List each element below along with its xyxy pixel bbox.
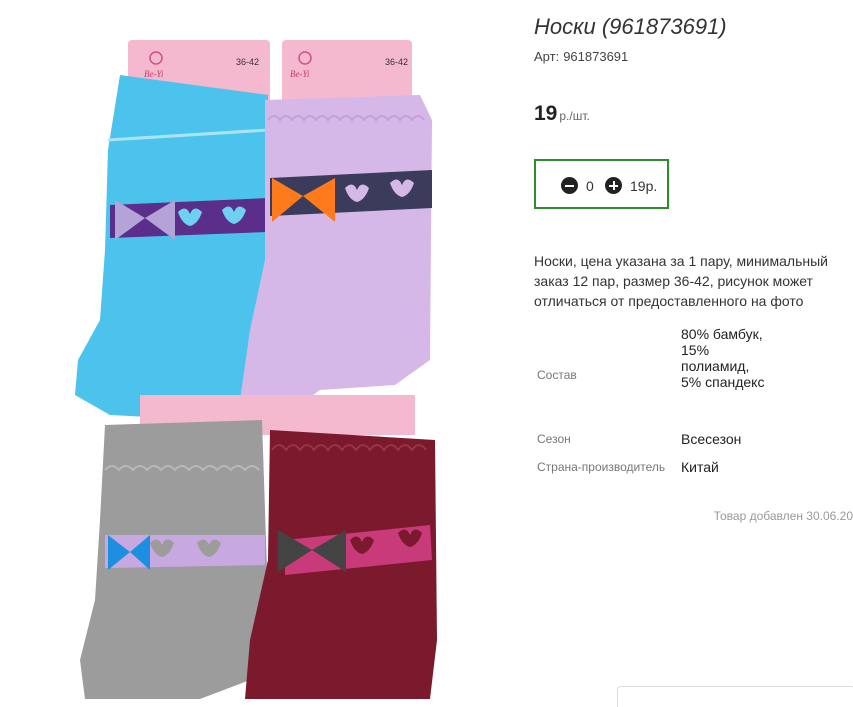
spec-value: Всесезон (681, 431, 742, 447)
sock-lilac (240, 95, 432, 425)
sock-blue (75, 75, 268, 420)
spec-label: Сезон (537, 432, 571, 446)
price-unit: р./шт. (559, 109, 590, 123)
product-price: 19 р./шт. (534, 102, 590, 126)
quantity-value[interactable]: 0 (586, 178, 594, 194)
price-value: 19 (534, 102, 558, 125)
sku-label: Арт: (534, 49, 560, 64)
product-image[interactable]: Be-Yi Be-Yi 36-42 36-42 (0, 0, 520, 699)
product-title: Носки (961873691) (534, 14, 727, 39)
quantity-stepper: 0 19р. (534, 159, 669, 209)
spec-value: 80% бамбук, 15% полиамид, 5% спандекс (681, 326, 765, 390)
tag-size-label: 36-42 (385, 57, 408, 67)
product-description: Носки, цена указана за 1 пару, минимальн… (534, 253, 828, 309)
added-date: Товар добавлен 30.06.20 (713, 509, 853, 523)
spec-label: Состав (537, 368, 577, 382)
spec-label: Страна-производитель (537, 460, 666, 474)
socks-photo: Be-Yi Be-Yi 36-42 36-42 (75, 40, 437, 699)
bottom-panel-tab[interactable] (617, 686, 853, 707)
product-sku: Арт: 961873691 (534, 49, 632, 64)
brand-label: Be-Yi (290, 69, 310, 79)
sku-value: 961873691 (563, 49, 629, 64)
plus-icon[interactable] (605, 177, 622, 194)
tag-size-label: 36-42 (236, 57, 259, 67)
brand-label: Be-Yi (144, 69, 164, 79)
quantity-total: 19р. (630, 178, 658, 194)
product-info-panel: Носки (961873691) Арт: 961873691 19 р./шт.… (534, 0, 853, 699)
minus-icon[interactable] (561, 177, 578, 194)
spec-value: Китай (681, 459, 719, 475)
